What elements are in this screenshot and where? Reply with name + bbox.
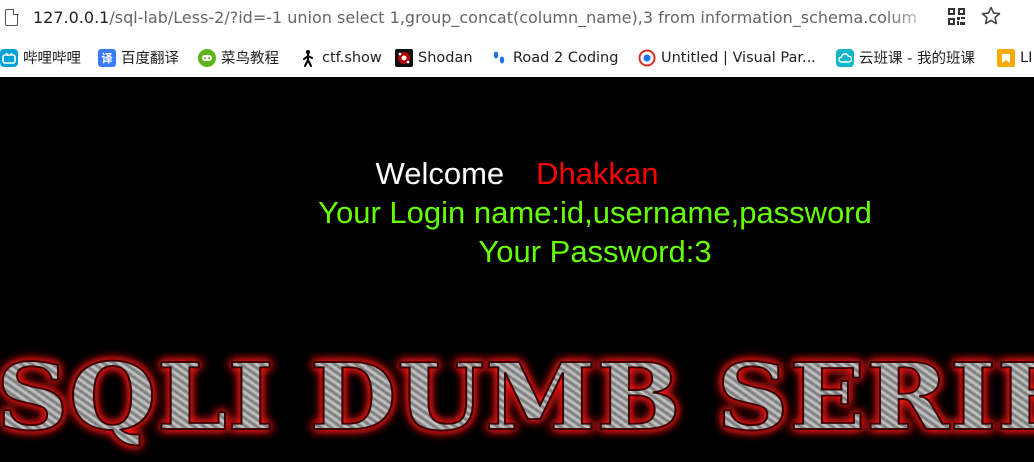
page-icon[interactable] [5, 8, 19, 26]
address-bar[interactable]: 127.0.0.1/sql-lab/Less-2/?id=-1 union se… [0, 0, 1034, 38]
shodan-icon [395, 48, 413, 67]
footprints-icon [490, 49, 508, 67]
bookmark-runoob[interactable]: 菜鸟教程 [198, 38, 279, 77]
user-name: Dhakkan [536, 156, 659, 191]
bookmark-label: Shodan [418, 49, 473, 66]
url-path: /sql-lab/Less-2/?id=-1 union select 1,gr… [109, 8, 918, 27]
url-field[interactable]: 127.0.0.1/sql-lab/Less-2/?id=-1 union se… [33, 6, 939, 30]
bookmark-label: 百度翻译 [121, 51, 179, 67]
bookmark-label: 菜鸟教程 [221, 51, 279, 67]
bookmark-road2coding[interactable]: Road 2 Coding [490, 38, 618, 77]
cloud-class-icon [836, 48, 854, 67]
browser-chrome: 127.0.0.1/sql-lab/Less-2/?id=-1 union se… [0, 0, 1034, 77]
bookmark-baidu-translate[interactable]: 译 百度翻译 [98, 38, 179, 77]
bookmark-label: Untitled | Visual Par... [661, 49, 816, 66]
sqli-dumb-series-banner: SQLI DUMB SERIES [0, 345, 1034, 452]
bookmark-folder[interactable]: LI [997, 38, 1032, 77]
bookmark-label: LI [1020, 49, 1033, 66]
password-result: Your Password:3 [478, 234, 712, 269]
folder-icon [997, 48, 1015, 67]
qr-code-icon[interactable] [947, 7, 966, 26]
bookmark-shodan[interactable]: Shodan [395, 38, 473, 77]
bookmark-label: ctf.show [322, 49, 382, 66]
bookmark-visual-paradigm[interactable]: Untitled | Visual Par... [638, 38, 816, 77]
welcome-line: Welcome Dhakkan [0, 155, 1034, 193]
runoob-icon [198, 48, 216, 67]
welcome-text: Welcome [375, 156, 505, 191]
bilibili-icon [0, 48, 18, 67]
url-fade [886, 4, 940, 32]
bookmark-label: 哔哩哔哩 [23, 51, 81, 67]
visual-paradigm-icon [638, 49, 656, 67]
page-content: Welcome Dhakkan Your Login name:id,userna… [0, 77, 1034, 462]
bookmark-label: Road 2 Coding [513, 49, 619, 66]
bookmark-cloud-class[interactable]: 云班课 - 我的班课 [836, 38, 975, 77]
url-host: 127.0.0.1 [33, 8, 110, 27]
bookmark-ctfshow[interactable]: ctf.show [299, 38, 382, 77]
bookmark-bilibili[interactable]: 哔哩哔哩 [0, 38, 81, 77]
ctfshow-icon [299, 49, 317, 67]
bookmark-label: 云班课 - 我的班课 [859, 51, 975, 67]
translate-icon: 译 [98, 48, 116, 67]
login-name-result: Your Login name:id,username,password [318, 195, 872, 230]
bookmark-star-icon[interactable] [980, 5, 1002, 27]
banner-text: SQLI DUMB SERIES [0, 345, 1034, 451]
bookmarks-bar: 哔哩哔哩 译 百度翻译 菜鸟教程 ctf.show Shodan Road 2 … [0, 38, 1034, 77]
